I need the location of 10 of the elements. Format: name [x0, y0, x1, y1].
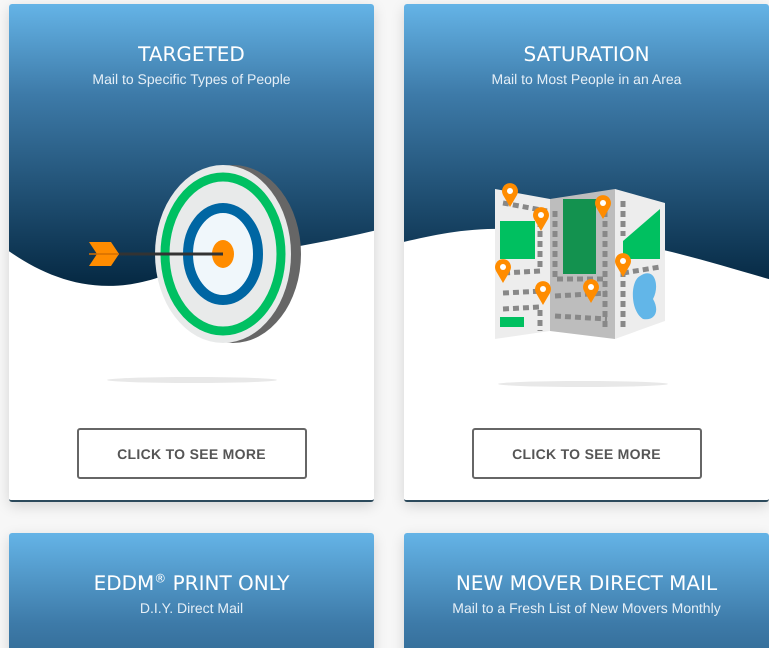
card-subtitle: Mail to a Fresh List of New Movers Monthly	[451, 600, 722, 616]
card-title: EDDM$^{®}$ PRINT ONLY	[92, 571, 290, 595]
card-subtitle: Mail to Most People in an Area	[490, 71, 682, 87]
see-more-button[interactable]: CLICK TO SEE MORE	[76, 428, 306, 479]
card-subtitle: D.I.Y. Direct Mail	[138, 600, 244, 616]
see-more-button[interactable]: CLICK TO SEE MORE	[472, 428, 702, 479]
card-title: SATURATION	[522, 42, 651, 66]
card-subtitle: Mail to Specific Types of People	[91, 71, 292, 87]
card-title: TARGETED	[137, 42, 246, 66]
card-title: NEW MOVER DIRECT MAIL	[454, 571, 718, 595]
